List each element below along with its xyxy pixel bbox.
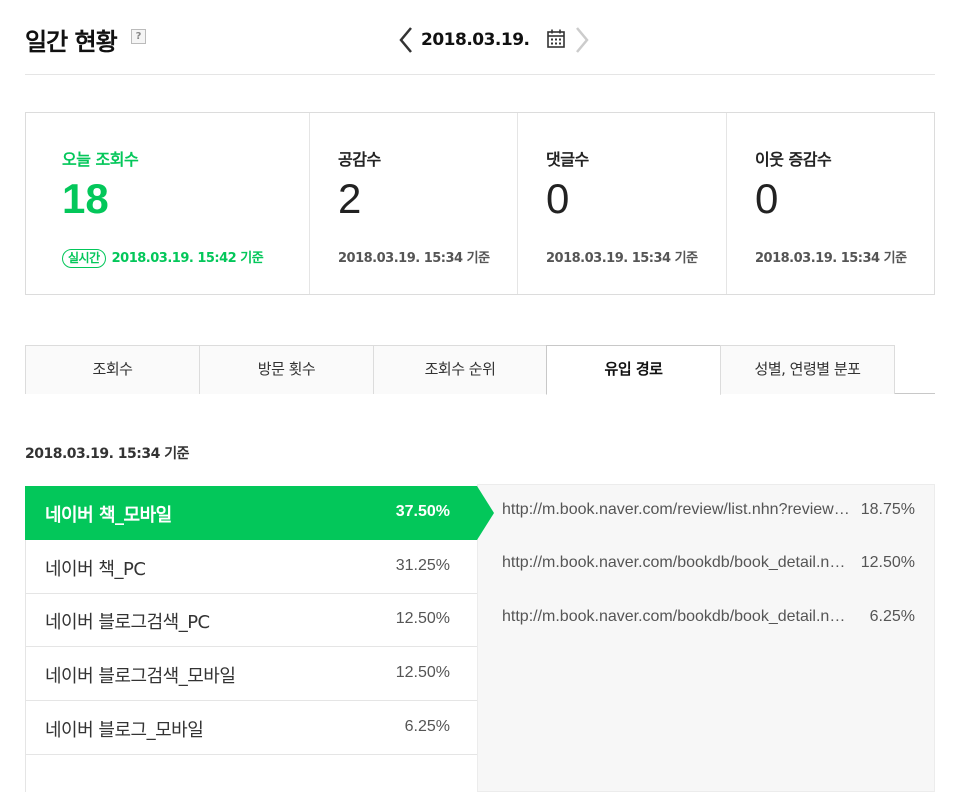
stat-time: 2018.03.19. 15:34 기준 <box>755 251 907 266</box>
stat-time-text: 2018.03.19. 15:42 기준 <box>111 251 264 266</box>
stat-comments: 댓글수 0 2018.03.19. 15:34 기준 <box>518 113 727 294</box>
stat-value: 0 <box>546 175 570 222</box>
url-text: http://m.book.naver.com/bookdb/book_deta… <box>502 554 852 571</box>
tab-visits[interactable]: 방문 횟수 <box>199 345 374 394</box>
prev-date-button[interactable] <box>395 22 419 58</box>
stat-value: 2 <box>338 175 362 222</box>
tab-bar: 조회수 방문 횟수 조회수 순위 유입 경로 성별, 연령별 분포 <box>25 345 935 395</box>
current-date: 2018.03.19. <box>421 30 530 50</box>
header: 일간 현황 ? 2018.03.19. <box>25 0 935 75</box>
chevron-left-icon <box>399 27 412 53</box>
source-pct: 31.25% <box>395 557 450 574</box>
url-row[interactable]: http://m.book.naver.com/bookdb/book_deta… <box>502 592 918 646</box>
url-pct: 12.50% <box>860 554 915 571</box>
source-pct: 6.25% <box>404 718 450 735</box>
selection-pointer-arrow <box>477 486 494 540</box>
source-name: 네이버 블로그검색_모바일 <box>45 666 236 687</box>
source-row[interactable]: 네이버 블로그_모바일 6.25% <box>25 701 477 755</box>
source-row[interactable]: 네이버 책_PC 31.25% <box>25 540 477 594</box>
tab-views[interactable]: 조회수 <box>25 345 200 394</box>
stat-time: 2018.03.19. 15:34 기준 <box>546 251 698 266</box>
source-name: 네이버 블로그검색_PC <box>45 612 210 633</box>
source-pct: 12.50% <box>395 610 450 627</box>
basis-time: 2018.03.19. 15:34 기준 <box>25 446 189 462</box>
stat-value: 18 <box>62 175 109 222</box>
tab-ranking[interactable]: 조회수 순위 <box>373 345 547 394</box>
stat-value: 0 <box>755 175 779 222</box>
stat-time: 실시간 2018.03.19. 15:42 기준 <box>62 247 264 268</box>
source-pct: 12.50% <box>395 664 450 681</box>
referrer-url-panel: http://m.book.naver.com/review/list.nhn?… <box>477 484 935 792</box>
url-text: http://m.book.naver.com/review/list.nhn?… <box>502 501 852 518</box>
source-name: 네이버 책_PC <box>45 559 146 580</box>
tab-demographics[interactable]: 성별, 연령별 분포 <box>720 345 895 394</box>
source-pct: 37.50% <box>395 503 450 520</box>
source-row[interactable]: 네이버 블로그검색_PC 12.50% <box>25 593 477 647</box>
url-pct: 18.75% <box>860 501 915 518</box>
help-icon[interactable]: ? <box>131 29 146 44</box>
referrer-source-list: 네이버 책_모바일 37.50% 네이버 책_PC 31.25% 네이버 블로그… <box>25 486 477 792</box>
chevron-right-icon <box>576 27 589 53</box>
stat-likes: 공감수 2 2018.03.19. 15:34 기준 <box>310 113 518 294</box>
source-row-selected[interactable]: 네이버 책_모바일 37.50% <box>25 486 477 540</box>
tab-referrer[interactable]: 유입 경로 <box>546 345 721 395</box>
url-row[interactable]: http://m.book.naver.com/bookdb/book_deta… <box>502 538 918 592</box>
stat-views: 오늘 조회수 18 실시간 2018.03.19. 15:42 기준 <box>26 113 310 294</box>
calendar-icon[interactable] <box>547 29 565 48</box>
source-name: 네이버 책_모바일 <box>45 505 172 526</box>
url-pct: 6.25% <box>869 608 915 625</box>
page-title: 일간 현황 <box>25 28 118 56</box>
stat-label: 댓글수 <box>546 150 589 169</box>
source-row[interactable]: 네이버 블로그검색_모바일 12.50% <box>25 647 477 701</box>
url-row[interactable]: http://m.book.naver.com/review/list.nhn?… <box>502 485 918 539</box>
stat-label: 오늘 조회수 <box>62 150 139 169</box>
next-date-button[interactable] <box>569 22 593 58</box>
realtime-badge: 실시간 <box>62 249 106 268</box>
url-text: http://m.book.naver.com/bookdb/book_deta… <box>502 608 852 625</box>
stat-label: 이웃 증감수 <box>755 150 832 169</box>
stat-label: 공감수 <box>338 150 381 169</box>
stats-summary: 오늘 조회수 18 실시간 2018.03.19. 15:42 기준 공감수 2 … <box>25 112 935 295</box>
stat-time: 2018.03.19. 15:34 기준 <box>338 251 490 266</box>
source-name: 네이버 블로그_모바일 <box>45 720 204 741</box>
stat-neighbors: 이웃 증감수 0 2018.03.19. 15:34 기준 <box>727 113 934 294</box>
